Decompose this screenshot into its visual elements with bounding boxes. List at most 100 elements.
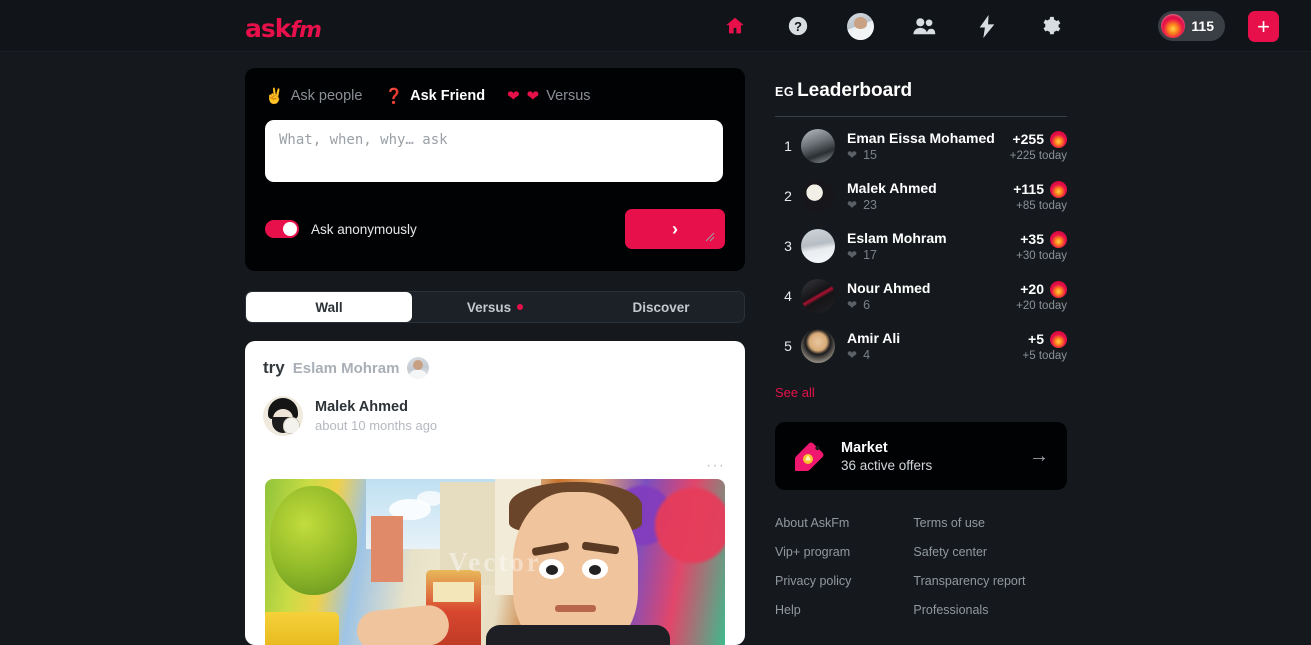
rank: 3 — [784, 238, 792, 254]
ask-question-input[interactable] — [265, 120, 723, 182]
composer-tab-versus[interactable]: ❤ ❤ Versus — [507, 88, 591, 104]
send-question-button[interactable]: › — [625, 209, 725, 249]
header-nav: ? — [703, 0, 1081, 52]
nav-profile[interactable] — [829, 0, 892, 52]
plus-icon: + — [1257, 13, 1270, 39]
coin-icon — [1050, 330, 1067, 348]
footer-link-terms[interactable]: Terms of use — [913, 516, 1025, 530]
nav-home[interactable] — [703, 0, 766, 52]
footer-link-help[interactable]: Help — [775, 603, 851, 617]
main-column: ✌ Ask people ❓ Ask Friend ❤ ❤ Versus Ask… — [245, 68, 745, 645]
leaderboard-row[interactable]: 2 Malek Ahmed ❤ 23 +115 +85 today — [775, 171, 1067, 221]
heart-icon: ❤ — [847, 298, 858, 312]
send-arrow-icon: › — [672, 218, 678, 239]
create-post-button[interactable]: + — [1248, 11, 1279, 42]
leaderboard-row[interactable]: 3 Eslam Mohram ❤ 17 +35 +30 today — [775, 221, 1067, 271]
post-more-menu-icon[interactable]: ··· — [706, 457, 725, 475]
footer-link-safety[interactable]: Safety center — [913, 545, 1025, 559]
post-author-name[interactable]: Malek Ahmed — [315, 399, 437, 415]
coin-count: 115 — [1191, 18, 1214, 34]
anonymous-toggle-label: Ask anonymously — [311, 221, 417, 237]
avatar[interactable] — [801, 279, 835, 313]
nav-friends[interactable] — [892, 0, 955, 52]
footer-column-1: About AskFm Vip+ program Privacy policy … — [775, 516, 851, 617]
hearts-row: ❤ 23 — [847, 198, 1013, 212]
avatar[interactable] — [801, 129, 835, 163]
leaderboard-row[interactable]: 1 Eman Eissa Mohamed ❤ 15 +255 +225 toda… — [775, 121, 1067, 171]
profile-avatar — [847, 12, 874, 40]
try-label: try — [263, 358, 285, 377]
tab-versus[interactable]: Versus — [412, 292, 578, 322]
market-card[interactable]: Market 36 active offers → — [775, 422, 1067, 490]
arrow-right-icon[interactable]: → — [1029, 445, 1049, 468]
coin-icon — [1050, 230, 1067, 248]
image-watermark: Vector — [448, 546, 542, 577]
coin-icon — [1050, 280, 1067, 298]
avatar[interactable] — [801, 329, 835, 363]
try-user-name[interactable]: Eslam Mohram — [293, 360, 400, 377]
footer-link-about[interactable]: About AskFm — [775, 516, 851, 530]
hearts-row: ❤ 6 — [847, 298, 1016, 312]
composer-tab-label: Ask people — [290, 88, 363, 104]
footer-link-privacy[interactable]: Privacy policy — [775, 574, 851, 588]
heart-count: 4 — [863, 348, 871, 362]
market-subtitle: 36 active offers — [841, 457, 933, 473]
see-all-link[interactable]: See all — [775, 385, 1067, 400]
avatar-skull — [283, 417, 300, 434]
logo-text: ask — [245, 14, 291, 43]
heart-icon: ❤ — [526, 87, 540, 105]
heart-icon: ❤ — [847, 198, 858, 212]
tab-label: Wall — [315, 299, 343, 315]
market-title: Market — [841, 439, 888, 456]
sidebar: EG Leaderboard 1 Eman Eissa Mohamed ❤ 15 … — [775, 80, 1067, 617]
post-author-row: Malek Ahmed about 10 months ago — [263, 396, 727, 436]
today-score: +5 today — [1022, 349, 1067, 362]
post-timestamp: about 10 months ago — [315, 418, 438, 433]
coin-icon — [1050, 180, 1067, 198]
composer-actions: Ask anonymously › — [265, 209, 725, 249]
avatar[interactable] — [801, 229, 835, 263]
friends-icon — [912, 15, 936, 37]
tab-discover[interactable]: Discover — [578, 292, 744, 322]
user-name: Malek Ahmed — [847, 180, 937, 196]
footer-link-transparency[interactable]: Transparency report — [913, 574, 1025, 588]
heart-icon: ❤ — [847, 348, 858, 362]
anonymous-toggle[interactable] — [265, 220, 299, 238]
user-info: Amir Ali ❤ 4 — [847, 330, 1023, 362]
composer-tab-ask-friend[interactable]: ❓ Ask Friend — [384, 88, 485, 104]
footer-link-professionals[interactable]: Professionals — [913, 603, 1025, 617]
hearts-row: ❤ 17 — [847, 248, 1016, 262]
coin-balance-badge[interactable]: 115 — [1158, 11, 1225, 41]
avatar[interactable] — [801, 179, 835, 213]
user-info: Eslam Mohram ❤ 17 — [847, 230, 1016, 262]
footer-link-vip[interactable]: Vip+ program — [775, 545, 851, 559]
ask-composer-card: ✌ Ask people ❓ Ask Friend ❤ ❤ Versus Ask… — [245, 68, 745, 271]
leaderboard-region: EG — [775, 85, 795, 99]
score-block: +35 +30 today — [1016, 230, 1067, 262]
score: +115 — [1013, 181, 1044, 197]
help-icon: ? — [787, 15, 809, 37]
rank: 2 — [784, 188, 792, 204]
askfm-logo[interactable]: askfm — [245, 14, 322, 43]
post-image[interactable]: Vector — [265, 479, 725, 645]
score: +255 — [1012, 131, 1044, 147]
question-mark-icon: ❓ — [384, 87, 404, 105]
nav-shoutouts[interactable] — [955, 0, 1018, 52]
author-avatar[interactable] — [263, 396, 303, 436]
peace-hand-icon: ✌ — [265, 87, 284, 105]
svg-text:?: ? — [794, 19, 802, 34]
anonymous-toggle-wrap[interactable]: Ask anonymously — [265, 220, 417, 238]
score: +5 — [1028, 331, 1044, 347]
leaderboard-row[interactable]: 4 Nour Ahmed ❤ 6 +20 +20 today — [775, 271, 1067, 321]
rank: 5 — [784, 338, 792, 354]
composer-tab-ask-people[interactable]: ✌ Ask people — [265, 88, 362, 104]
nav-settings[interactable] — [1018, 0, 1081, 52]
post-try-header: try Eslam Mohram — [263, 357, 727, 379]
try-user-avatar[interactable] — [407, 357, 430, 379]
user-name: Eman Eissa Mohamed — [847, 130, 995, 146]
leaderboard-row[interactable]: 5 Amir Ali ❤ 4 +5 +5 today — [775, 321, 1067, 371]
score-line: +255 — [1010, 130, 1067, 148]
nav-help[interactable]: ? — [766, 0, 829, 52]
score-line: +115 — [1013, 180, 1067, 198]
tab-wall[interactable]: Wall — [246, 292, 412, 322]
